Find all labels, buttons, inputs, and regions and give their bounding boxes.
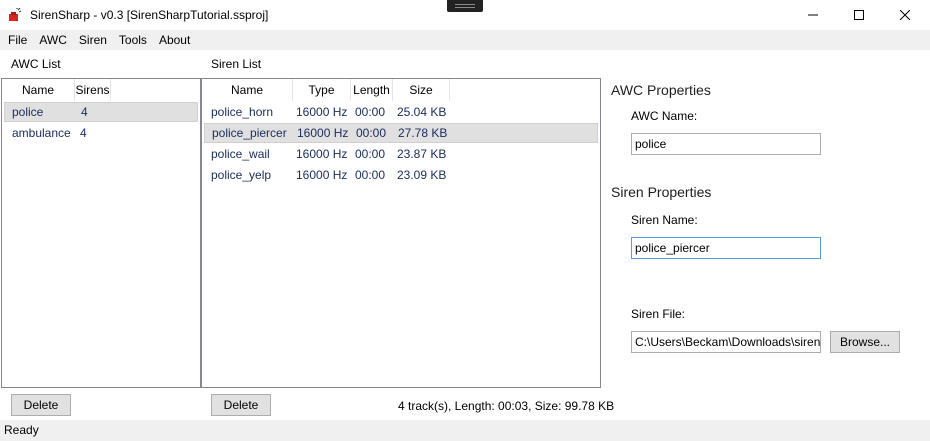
siren-row[interactable]: police_piercer 16000 Hz 00:00 27.78 KB (204, 123, 598, 143)
main-content: AWC List Name Sirens police 4 ambulance … (0, 50, 930, 420)
siren-size-cell: 23.87 KB (397, 147, 447, 161)
siren-file-label: Siren File: (631, 307, 686, 321)
column-header-length[interactable]: Length (351, 79, 393, 101)
delete-awc-button[interactable]: Delete (11, 394, 71, 416)
status-bar: Ready (0, 420, 930, 441)
siren-row[interactable]: police_wail 16000 Hz 00:00 23.87 KB (204, 144, 598, 164)
awc-row-ambulance[interactable]: ambulance 4 (4, 123, 198, 143)
menu-siren[interactable]: Siren (73, 30, 113, 50)
siren-app-icon (8, 7, 24, 23)
siren-type-cell: 16000 Hz (296, 105, 348, 119)
siren-summary: 4 track(s), Length: 00:03, Size: 99.78 K… (398, 399, 615, 413)
column-header-sirens[interactable]: Sirens (75, 79, 111, 101)
siren-properties-heading: Siren Properties (611, 184, 712, 200)
menu-bar: File AWC Siren Tools About (0, 30, 930, 50)
awc-name-cell: police (12, 105, 44, 119)
awc-name-field[interactable]: police (631, 133, 821, 155)
browse-button[interactable]: Browse... (830, 331, 900, 353)
siren-length-cell: 00:00 (355, 105, 386, 119)
column-header-type[interactable]: Type (293, 79, 351, 101)
awc-list[interactable]: Name Sirens police 4 ambulance 4 (1, 78, 201, 388)
awc-name-cell: ambulance (12, 126, 71, 140)
siren-name-field[interactable]: police_piercer (631, 237, 821, 259)
minimize-icon[interactable] (790, 0, 836, 30)
menu-awc[interactable]: AWC (33, 30, 73, 50)
close-icon[interactable] (882, 0, 928, 30)
siren-length-cell: 00:00 (355, 168, 386, 182)
siren-row[interactable]: police_horn 16000 Hz 00:00 25.04 KB (204, 102, 598, 122)
awc-list-label: AWC List (11, 57, 61, 71)
siren-list[interactable]: Name Type Length Size police_horn 16000 … (201, 78, 601, 388)
siren-size-cell: 27.78 KB (398, 126, 448, 140)
awc-row-police[interactable]: police 4 (4, 102, 198, 122)
awc-sirens-cell: 4 (81, 105, 88, 119)
awc-properties-heading: AWC Properties (611, 82, 711, 98)
siren-row[interactable]: police_yelp 16000 Hz 00:00 23.09 KB (204, 165, 598, 185)
siren-name-label: Siren Name: (631, 213, 698, 227)
menu-file[interactable]: File (2, 30, 33, 50)
window-title: SirenSharp - v0.3 [SirenSharpTutorial.ss… (30, 8, 269, 22)
siren-type-cell: 16000 Hz (297, 126, 349, 140)
menu-tools[interactable]: Tools (113, 30, 153, 50)
siren-file-field[interactable]: C:\Users\Beckam\Downloads\sirens (631, 331, 821, 353)
siren-name-cell: police_wail (211, 147, 270, 161)
siren-list-header: Name Type Length Size (202, 79, 600, 101)
siren-name-cell: police_horn (211, 105, 274, 119)
column-header-name[interactable]: Name (202, 79, 293, 101)
drag-handle[interactable] (447, 0, 483, 12)
siren-length-cell: 00:00 (356, 126, 387, 140)
maximize-icon[interactable] (836, 0, 882, 30)
siren-size-cell: 23.09 KB (397, 168, 447, 182)
siren-list-label: Siren List (211, 57, 262, 71)
siren-type-cell: 16000 Hz (296, 147, 348, 161)
siren-length-cell: 00:00 (355, 147, 386, 161)
menu-about[interactable]: About (153, 30, 196, 50)
delete-siren-button[interactable]: Delete (211, 394, 271, 416)
siren-name-cell: police_yelp (211, 168, 272, 182)
siren-size-cell: 25.04 KB (397, 105, 447, 119)
column-header-name[interactable]: Name (2, 79, 75, 101)
siren-type-cell: 16000 Hz (296, 168, 348, 182)
awc-name-label: AWC Name: (631, 109, 698, 123)
awc-list-header: Name Sirens (2, 79, 200, 101)
siren-name-cell: police_piercer (212, 126, 287, 140)
column-header-size[interactable]: Size (393, 79, 450, 101)
awc-sirens-cell: 4 (80, 126, 87, 140)
